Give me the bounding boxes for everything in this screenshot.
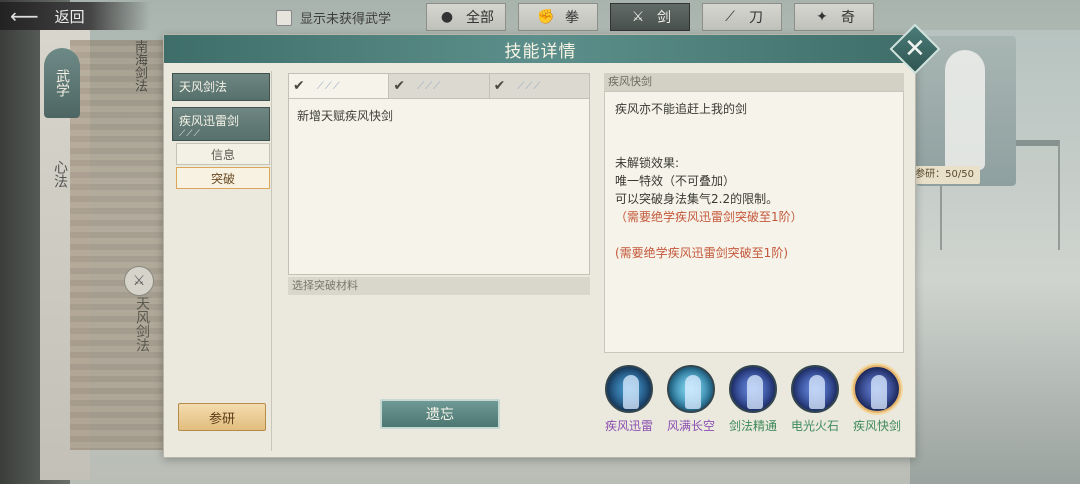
talent-orb-icon [729, 365, 777, 413]
skill-tab-jifeng[interactable]: 疾风迅雷剑 ⟋⟋⟋ [172, 107, 270, 141]
talent-label: 风满长空 [666, 419, 715, 433]
unlock-header: 未解锁效果: [615, 156, 680, 170]
effect-line: 可以突破身法集气2.2的限制。 [615, 192, 779, 206]
talent-jifeng-kuaijian[interactable]: 疾风快剑 [848, 365, 906, 445]
break-tab-1[interactable]: ✔ ⟋⟋⟋ [289, 74, 390, 98]
shuriken-icon: ✦ [816, 9, 828, 25]
background-swordsman-figure [945, 50, 985, 170]
research-button[interactable]: 参研 [178, 403, 266, 431]
effect-line: 唯一特效（不可叠加） [615, 174, 736, 188]
side-skill-sword-icon: ⚔ [124, 266, 154, 296]
tab-break-label: 突破 [210, 171, 235, 186]
forget-label: 遗忘 [426, 407, 454, 423]
check-icon: ✔ [293, 78, 305, 94]
talent-label: 剑法精通 [728, 419, 777, 433]
break-column: ✔ ⟋⟋⟋ ✔ ⟋⟋⟋ ✔ ⟋⟋⟋ 新增天赋疾风快剑 选择突破材料 遗忘 [288, 73, 590, 453]
sword-pips-icon: ⟋⟋⟋ [517, 80, 542, 92]
requirement-line: (需要绝学疾风迅雷剑突破至1阶) [615, 246, 788, 260]
filter-tab-fist[interactable]: ✊ 拳 [518, 3, 598, 31]
sword-pips-icon: ⟋⟋⟋ [316, 80, 341, 92]
fist-icon: ✊ [537, 9, 555, 25]
dialog-title: 技能详情 [504, 41, 577, 62]
break-level-tabs: ✔ ⟋⟋⟋ ✔ ⟋⟋⟋ ✔ ⟋⟋⟋ [288, 73, 590, 99]
detail-body: 疾风亦不能追赶上我的剑 未解锁效果: 唯一特效（不可叠加） 可以突破身法集气2.… [604, 91, 904, 353]
tab-info-label: 信息 [210, 147, 235, 162]
materials-header: 选择突破材料 [288, 277, 590, 295]
talent-orb-icon [791, 365, 839, 413]
tab-info[interactable]: 信息 [176, 143, 270, 165]
side-skill-label: 天风剑法 [134, 296, 150, 352]
sword-pips-icon: ⟋⟋⟋ [417, 80, 442, 92]
detail-column: 疾风快剑 疾风亦不能追赶上我的剑 未解锁效果: 唯一特效（不可叠加） 可以突破身… [604, 73, 904, 453]
skill-tab-label: 天风剑法 [179, 80, 228, 94]
talent-fengman-changkong[interactable]: 风满长空 [662, 365, 720, 445]
break-description: 新增天赋疾风快剑 [297, 109, 394, 123]
talent-label: 疾风迅雷 [604, 419, 653, 433]
back-label: 返回 [54, 7, 85, 26]
filter-tab-all[interactable]: ● 全部 [426, 3, 506, 31]
break-tab-3[interactable]: ✔ ⟋⟋⟋ [489, 74, 589, 98]
filter-tab-sword[interactable]: ⚔ 剑 [610, 3, 690, 31]
check-icon: ✔ [393, 78, 406, 94]
close-icon: ✕ [904, 33, 926, 64]
blade-icon: ⟋ [725, 9, 735, 25]
filter-label: 剑 [657, 10, 671, 26]
forget-button[interactable]: 遗忘 [380, 399, 500, 429]
show-unobtained-checkbox[interactable] [276, 9, 292, 26]
nav-xinfa[interactable]: 心法 [50, 160, 70, 188]
skill-tab-pips: ⟋⟋⟋ [179, 129, 201, 139]
filter-label: 奇 [841, 10, 855, 26]
talent-label: 疾风快剑 [852, 419, 901, 433]
filter-label: 拳 [565, 10, 579, 26]
dialog-header: 技能详情 [164, 35, 917, 63]
background-card-title: 南海剑法 [132, 40, 147, 92]
nav-wuxue[interactable]: 武学 [44, 48, 80, 118]
skill-list-column: 天风剑法 疾风迅雷剑 ⟋⟋⟋ 信息 突破 参研 [172, 71, 272, 451]
research-label: 参研 [208, 411, 235, 427]
bag-icon: ● [440, 9, 454, 25]
skill-tab-tianfeng[interactable]: 天风剑法 [172, 73, 270, 101]
talent-icon-row: 疾风迅雷 风满长空 剑法精通 电光火石 疾风快剑 [600, 365, 906, 445]
background-building [70, 40, 170, 450]
show-unobtained-label: 显示未获得武学 [300, 12, 392, 27]
detail-flavor-text: 疾风亦不能追赶上我的剑 [615, 102, 748, 116]
filter-label: 刀 [749, 10, 763, 26]
back-arrow-icon: ⟵ [10, 4, 39, 28]
show-unobtained-toggle[interactable]: 显示未获得武学 [276, 8, 391, 27]
talent-orb-icon [853, 365, 901, 413]
break-tab-2[interactable]: ✔ ⟋⟋⟋ [389, 74, 490, 98]
talent-dianguang-huoshi[interactable]: 电光火石 [786, 365, 844, 445]
talent-label: 电光火石 [790, 419, 839, 433]
tab-break[interactable]: 突破 [176, 167, 270, 189]
talent-jifeng-xunlei[interactable]: 疾风迅雷 [600, 365, 658, 445]
sword-icon: ⚔ [631, 9, 645, 25]
talent-orb-icon [667, 365, 715, 413]
check-icon: ✔ [493, 78, 506, 94]
back-button[interactable]: ⟵ 返回 [0, 2, 150, 30]
talent-jianfa-jingtong[interactable]: 剑法精通 [724, 365, 782, 445]
research-count-tag: 参研：50/50 [909, 166, 980, 184]
skill-detail-dialog: 技能详情 ✕ 天风剑法 疾风迅雷剑 ⟋⟋⟋ 信息 突破 参研 ✔ ⟋⟋⟋ ✔ ⟋… [163, 23, 941, 458]
requirement-line: （需要绝学疾风迅雷剑突破至1阶） [615, 210, 803, 224]
skill-tab-label: 疾风迅雷剑 [179, 114, 240, 128]
detail-title: 疾风快剑 [604, 73, 904, 91]
break-description-panel: 新增天赋疾风快剑 [288, 99, 590, 275]
filter-tab-special[interactable]: ✦ 奇 [794, 3, 874, 31]
talent-orb-icon [605, 365, 653, 413]
filter-tab-blade[interactable]: ⟋ 刀 [702, 3, 782, 31]
filter-label: 全部 [466, 10, 494, 26]
